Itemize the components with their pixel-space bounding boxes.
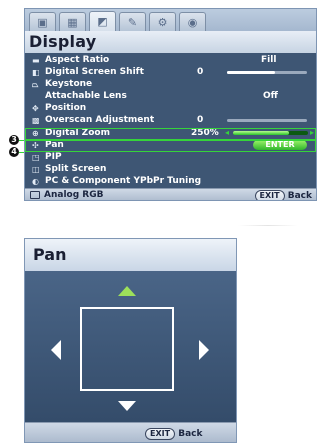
menu-item-label: Split Screen (45, 164, 107, 174)
display-menu: ▣ ▦ ◩ ✎ ⚙ ◉ Display ▬ Aspect Ratio Fill … (24, 8, 317, 201)
menu-item-pc-component-tuning[interactable]: ◐ PC & Component YPbPr Tuning (25, 176, 316, 188)
menu-item-label: Digital Screen Shift (45, 67, 144, 77)
split-screen-icon: ◫ (32, 165, 40, 174)
input-source: Analog RGB (44, 190, 104, 200)
tab-settings[interactable]: ⚙ (149, 12, 176, 31)
menu-item-label: Keystone (45, 79, 93, 89)
menu-item-split-screen[interactable]: ◫ Split Screen (25, 164, 316, 176)
menu-title-bar: Display (25, 31, 316, 53)
tab-strip: ▣ ▦ ◩ ✎ ⚙ ◉ (25, 9, 316, 31)
tab-info[interactable]: ◉ (179, 12, 206, 31)
pan-dialog: Pan EXIT Back (24, 238, 237, 443)
overscan-icon: ▩ (32, 116, 40, 125)
back-label: Back (178, 429, 203, 439)
pip-icon: ◳ (32, 153, 40, 162)
pan-down-arrow-icon[interactable] (118, 401, 136, 411)
menu-item-overscan[interactable]: ▩ Overscan Adjustment 0 (25, 115, 316, 127)
pan-viewport-frame (80, 307, 174, 391)
position-icon: ✥ (32, 104, 39, 113)
menu-item-attachable-lens[interactable]: Attachable Lens Off (25, 91, 316, 103)
back-label: Back (287, 191, 312, 201)
menu-item-position[interactable]: ✥ Position (25, 103, 316, 115)
picture-icon: ▣ (37, 15, 48, 29)
aspect-ratio-icon: ▬ (32, 56, 40, 65)
exit-back-hint[interactable]: EXIT Back (145, 428, 202, 440)
menu-item-value: 0 (197, 115, 204, 125)
menu-item-pip[interactable]: ◳ PIP (25, 152, 316, 164)
menu-item-value: Fill (261, 55, 277, 65)
exit-button[interactable]: EXIT (145, 428, 176, 440)
menu-item-label: PIP (45, 152, 62, 162)
exit-back-hint[interactable]: EXIT Back (254, 190, 312, 201)
tab-picture-advanced[interactable]: ▦ (59, 12, 86, 31)
menu-item-keystone[interactable]: ⏢ Keystone (25, 79, 316, 91)
callout-line (19, 140, 24, 141)
menu-item-aspect-ratio[interactable]: ▬ Aspect Ratio Fill (25, 55, 316, 67)
pan-status-bar: EXIT Back (25, 422, 236, 442)
page-title: Display (29, 32, 97, 51)
menu-item-label: Aspect Ratio (45, 55, 110, 65)
menu-item-label: PC & Component YPbPr Tuning (45, 176, 202, 186)
screen-shift-slider[interactable] (227, 71, 307, 74)
keystone-icon: ⏢ (32, 80, 39, 89)
tuning-icon: ◐ (32, 177, 39, 186)
tab-display[interactable]: ◩ (89, 11, 116, 31)
callout-line (19, 152, 24, 153)
display-icon: ◩ (97, 15, 108, 28)
zoom-highlight (25, 128, 316, 140)
status-bar: Analog RGB EXIT Back (25, 188, 316, 201)
watermark (238, 225, 298, 226)
info-icon: ◉ (187, 15, 198, 29)
pan-title-bar: Pan (25, 239, 236, 271)
exit-button[interactable]: EXIT (254, 190, 285, 200)
menu-item-label: Attachable Lens (45, 91, 127, 101)
callout-pan: 4 (9, 147, 19, 157)
pan-highlight (25, 140, 316, 152)
slider-fill (227, 71, 275, 74)
menu-item-label: Position (45, 103, 87, 113)
menu-item-value: Off (263, 91, 278, 101)
pan-title: Pan (33, 245, 67, 264)
picture-advanced-icon: ▦ (67, 15, 78, 29)
screen-shift-icon: ◧ (32, 68, 40, 77)
menu-item-digital-screen-shift[interactable]: ◧ Digital Screen Shift 0 (25, 67, 316, 79)
menu-item-value: 0 (197, 67, 204, 77)
tab-tools[interactable]: ✎ (119, 12, 146, 31)
pan-area (25, 271, 236, 422)
pan-right-arrow-icon[interactable] (199, 340, 209, 360)
overscan-slider[interactable] (227, 119, 307, 122)
callout-zoom: 3 (9, 135, 19, 145)
pan-left-arrow-icon[interactable] (51, 340, 61, 360)
pan-up-arrow-icon[interactable] (118, 286, 136, 296)
tab-picture[interactable]: ▣ (29, 12, 56, 31)
settings-icon: ⚙ (157, 15, 168, 29)
input-source-icon (30, 191, 40, 199)
tools-icon: ✎ (127, 15, 138, 29)
menu-item-label: Overscan Adjustment (45, 115, 155, 125)
